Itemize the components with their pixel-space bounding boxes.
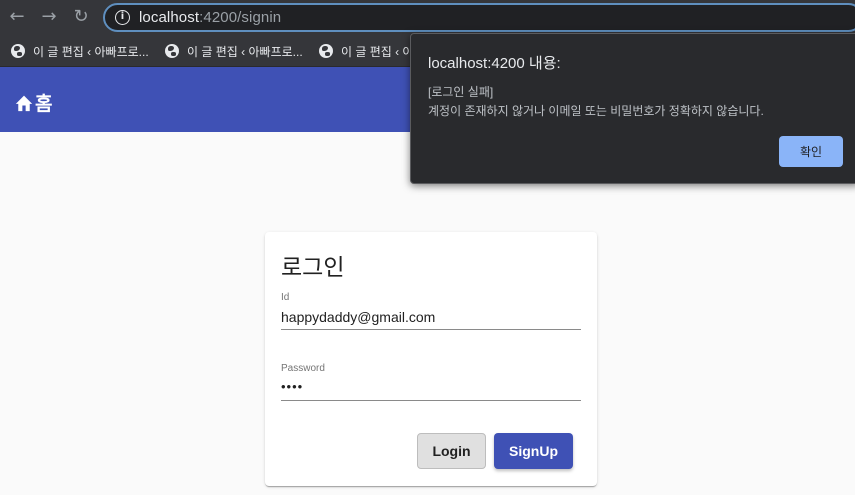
address-bar[interactable]: i localhost:4200/signin <box>103 3 855 32</box>
password-underline <box>281 400 581 401</box>
bookmark-label: 이 글 편집 ‹ 아빠프로... <box>33 44 149 59</box>
bookmark-label: 이 글 편집 ‹ 아빠프로... <box>187 44 303 59</box>
login-card: 로그인 Id Password •••• Login SignUp <box>265 232 597 486</box>
password-input[interactable]: •••• <box>281 379 581 394</box>
url-text[interactable]: localhost:4200/signin <box>139 9 281 26</box>
bookmark-label: 이 글 편집 ‹ 아 <box>341 44 414 59</box>
home-link[interactable]: 홈 <box>14 89 52 116</box>
browser-toolbar: ← → ↻ i localhost:4200/signin <box>0 0 855 35</box>
url-path: :4200/signin <box>199 9 282 26</box>
back-arrow-icon[interactable]: ← <box>6 6 28 28</box>
home-icon <box>15 95 33 111</box>
dialog-message-heading: [로그인 실패] <box>428 85 494 99</box>
dialog-title: localhost:4200 내용: <box>428 55 561 72</box>
bookmark-item[interactable]: 이 글 편집 ‹ 아빠프로... <box>11 41 149 61</box>
password-label: Password <box>281 363 325 374</box>
alert-dialog: localhost:4200 내용: [로그인 실패] 계정이 존재하지 않거나… <box>410 33 855 184</box>
bookmark-item[interactable]: 이 글 편집 ‹ 아빠프로... <box>165 41 303 61</box>
globe-icon <box>319 44 333 58</box>
url-host: localhost <box>139 9 200 26</box>
login-button[interactable]: Login <box>417 433 486 469</box>
id-underline <box>281 329 581 330</box>
dialog-message-body: 계정이 존재하지 않거나 이메일 또는 비밀번호가 정확하지 않습니다. <box>428 104 764 118</box>
globe-icon <box>165 44 179 58</box>
home-label: 홈 <box>35 94 53 115</box>
forward-arrow-icon[interactable]: → <box>38 6 60 28</box>
bookmark-item[interactable]: 이 글 편집 ‹ 아 <box>319 41 414 61</box>
signup-button[interactable]: SignUp <box>494 433 573 469</box>
id-input[interactable] <box>281 309 581 325</box>
reload-icon[interactable]: ↻ <box>70 6 92 28</box>
dialog-ok-button[interactable]: 확인 <box>779 136 843 167</box>
login-title: 로그인 <box>281 254 345 280</box>
info-icon[interactable]: i <box>115 10 130 25</box>
globe-icon <box>11 44 25 58</box>
id-label: Id <box>281 292 290 303</box>
